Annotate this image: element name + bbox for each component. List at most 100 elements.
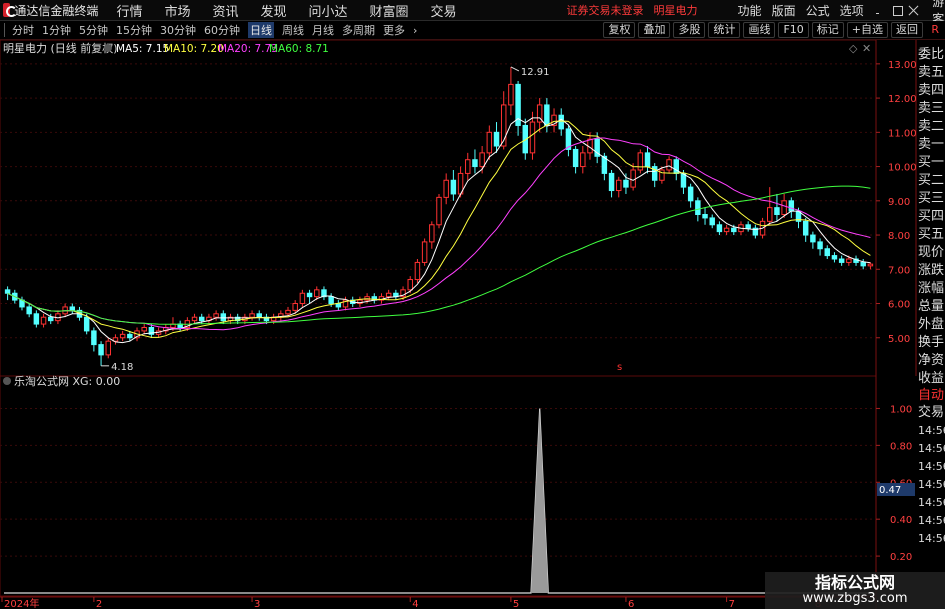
- settings-icon[interactable]: [104, 44, 112, 52]
- minimize-icon[interactable]: [874, 4, 881, 17]
- quote-label-weibi[interactable]: 委比: [918, 46, 945, 63]
- menu-xuanxiang[interactable]: 选项: [840, 2, 864, 19]
- corner-r-badge: R: [931, 23, 939, 36]
- menu-jiaoyi[interactable]: 交易: [431, 1, 457, 20]
- tool-fanhui[interactable]: 返回: [891, 22, 923, 38]
- candle-body: [98, 344, 104, 356]
- low-price-label: 4.18: [111, 362, 133, 373]
- candle-body: [529, 121, 536, 154]
- main-panel-title: 明星电力 (日线 前复权): [3, 41, 118, 55]
- quote-label-pct[interactable]: 涨幅: [918, 280, 945, 297]
- chart-tool-group: 复权 叠加 多股 统计 画线 F10 标记 +自选 返回: [600, 22, 923, 38]
- quote-label-price[interactable]: 现价: [918, 244, 945, 261]
- login-warning[interactable]: 证券交易未登录: [567, 2, 644, 18]
- candle-body: [644, 152, 651, 168]
- quote-label-change[interactable]: 涨跌: [918, 262, 945, 279]
- menu-gongshi[interactable]: 公式: [806, 2, 830, 19]
- chart-area[interactable]: 13.00 12.00 11.00 10.00 9.00 8.00 7.00 6.00 5.00…: [0, 39, 945, 609]
- period-5min[interactable]: 5分钟: [79, 22, 108, 38]
- sub-y-tick-label: 0.80: [890, 441, 912, 452]
- candle-body: [91, 330, 97, 346]
- period-fenshi[interactable]: 分时: [12, 22, 34, 38]
- x-axis-tick-label: 2: [96, 599, 102, 609]
- trade-time-7: 14:56: [918, 532, 945, 545]
- candle-body: [860, 261, 866, 267]
- candle-body: [745, 224, 751, 229]
- sub-panel-header: 乐淘公式网 XG: 0.00: [3, 375, 120, 388]
- menu-wenxiaoda[interactable]: 问小达: [309, 1, 348, 20]
- candle-body: [4, 289, 11, 294]
- period-15min[interactable]: 15分钟: [116, 22, 152, 38]
- quote-label-sell5[interactable]: 卖五: [918, 64, 945, 81]
- main-y-tick-label: 10.00: [888, 163, 917, 174]
- candle-body: [508, 83, 514, 106]
- close-panel-icon[interactable]: ✕: [862, 42, 871, 55]
- tool-fuquan[interactable]: 复权: [603, 22, 636, 38]
- candle-body: [314, 289, 320, 298]
- tool-tongji[interactable]: 统计: [708, 22, 741, 38]
- period-multi[interactable]: 多周期: [342, 22, 375, 38]
- maximize-icon[interactable]: [891, 4, 903, 17]
- quote-label-buy1[interactable]: 买一: [918, 154, 945, 171]
- candle-body: [493, 131, 500, 147]
- candle-body: [544, 104, 550, 126]
- chevron-right-icon[interactable]: ›: [413, 24, 417, 37]
- menu-shichang[interactable]: 市场: [164, 1, 190, 20]
- menu-faxian[interactable]: 发现: [260, 1, 286, 20]
- candle-body: [385, 292, 392, 298]
- candle-body: [479, 152, 485, 168]
- quote-label-buy4[interactable]: 买四: [918, 208, 945, 225]
- candle-body: [824, 248, 830, 257]
- sub-settings-icon[interactable]: [3, 377, 11, 385]
- x-axis-tick-label: 7: [729, 599, 735, 609]
- candle-body: [774, 207, 780, 216]
- x-axis-tick-label: 3: [254, 599, 260, 609]
- main-y-tick-label: 9.00: [888, 197, 910, 208]
- candle-body: [141, 326, 147, 332]
- period-monthly[interactable]: 月线: [312, 22, 334, 38]
- menu-zixun[interactable]: 资讯: [212, 1, 238, 20]
- tool-diejia[interactable]: 叠加: [638, 22, 671, 38]
- candle-body: [637, 152, 644, 171]
- candle-body: [486, 131, 493, 154]
- diamond-icon[interactable]: ◇: [849, 42, 858, 55]
- candle-body: [40, 316, 47, 325]
- period-more[interactable]: 更多: [383, 22, 405, 38]
- period-60min[interactable]: 60分钟: [204, 22, 240, 38]
- top-menu-bar: 通达信金融终端 行情 市场 资讯 发现 问小达 财富圈 交易 证券交易未登录 明…: [0, 0, 945, 26]
- cursor-value: 0.47: [879, 485, 901, 496]
- candle-body: [867, 263, 874, 267]
- quote-label-netasset[interactable]: 净资: [918, 352, 945, 369]
- quote-label-trade[interactable]: 交易: [918, 404, 945, 421]
- close-icon[interactable]: [907, 4, 914, 17]
- quote-label-sell4[interactable]: 卖四: [918, 82, 945, 99]
- quote-label-sell1[interactable]: 卖一: [918, 136, 945, 153]
- quote-label-buy2[interactable]: 买二: [918, 172, 945, 189]
- quote-label-eps[interactable]: 收益: [918, 370, 945, 387]
- quote-label-outer[interactable]: 外盘: [918, 316, 945, 333]
- quote-label-buy5[interactable]: 买五: [918, 226, 945, 243]
- tool-huaxian[interactable]: 画线: [743, 22, 776, 38]
- quote-label-volume[interactable]: 总量: [918, 298, 945, 315]
- menu-gongneng[interactable]: 功能: [738, 2, 762, 19]
- kline-chart[interactable]: 13.00 12.00 11.00 10.00 9.00 8.00 7.00 6.00 5.00…: [0, 39, 945, 609]
- period-30min[interactable]: 30分钟: [160, 22, 196, 38]
- tool-f10[interactable]: F10: [778, 22, 809, 38]
- period-daily[interactable]: 日线: [248, 22, 274, 38]
- tool-duogu[interactable]: 多股: [673, 22, 706, 38]
- quote-label-turnover[interactable]: 换手: [918, 334, 945, 351]
- period-weekly[interactable]: 周线: [282, 22, 304, 38]
- candle-body: [69, 306, 76, 311]
- candle-body: [723, 227, 730, 233]
- menu-hangqing[interactable]: 行情: [116, 1, 142, 20]
- menu-banmian[interactable]: 版面: [772, 2, 796, 19]
- tool-zixuan[interactable]: +自选: [846, 22, 888, 38]
- tool-biaoji[interactable]: 标记: [811, 22, 844, 38]
- quote-label-sell2[interactable]: 卖二: [918, 118, 945, 135]
- period-1min[interactable]: 1分钟: [42, 22, 71, 38]
- sub-y-tick-label: 1.00: [890, 404, 912, 415]
- quote-label-buy3[interactable]: 买三: [918, 190, 945, 207]
- quote-label-auto[interactable]: 自动: [918, 387, 945, 404]
- menu-caifuquan[interactable]: 财富圈: [370, 1, 409, 20]
- quote-label-sell3[interactable]: 卖三: [918, 100, 945, 117]
